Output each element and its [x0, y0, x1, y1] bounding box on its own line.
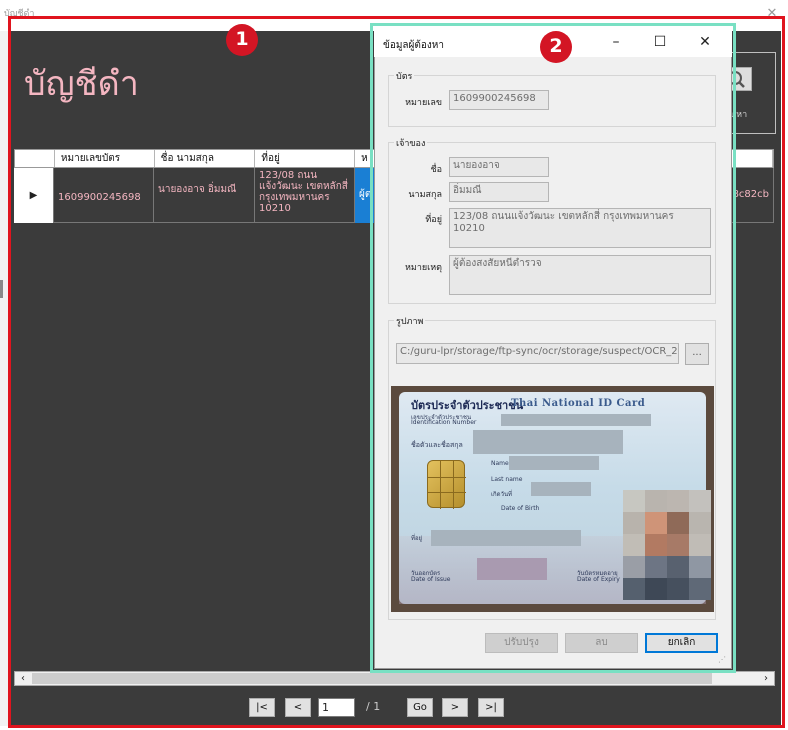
id-card-chip [427, 460, 466, 509]
close-icon[interactable]: ✕ [695, 33, 715, 51]
id-card-last-name-en: Last name [491, 476, 523, 483]
id-card-dob-label: เกิดวันที่ [491, 491, 513, 498]
last-name-label: นามสกุล [408, 190, 442, 200]
note-label: หมายเหตุ [404, 263, 442, 273]
update-button[interactable]: ปรับปรุง [485, 633, 558, 653]
minimize-icon[interactable]: – [606, 33, 626, 51]
annotation-badge-2: 2 [540, 31, 572, 63]
image-group-title: รูปภาพ [394, 314, 426, 328]
dob-redacted [531, 482, 591, 496]
id-card-title-english: Thai National ID Card [511, 398, 646, 409]
last-name-field[interactable]: อิ่มมณี [449, 182, 549, 202]
card-number-label: หมายเลข [405, 98, 442, 108]
id-card-name-en: Name [491, 460, 509, 467]
note-field[interactable]: ผู้ต้องสงสัยหนีตำรวจ [449, 255, 711, 295]
resize-grip-icon[interactable]: ⋰ [718, 655, 726, 664]
address-redacted [431, 530, 581, 546]
id-card-photo-pixelated [623, 490, 711, 600]
issue-date-redacted [477, 558, 547, 580]
id-card-address-label: ที่อยู่ [411, 535, 423, 542]
card-number-field[interactable]: 1609900245698 [449, 90, 549, 110]
annotation-badge-1: 1 [226, 24, 258, 56]
id-card-name-label: ชื่อตัวและชื่อสกุล [411, 441, 463, 449]
browse-button[interactable]: ... [685, 343, 709, 365]
id-card-expiry-en: Date of Expiry [577, 576, 620, 583]
id-card-image: บัตรประจำตัวประชาชน Thai National ID Car… [391, 386, 714, 612]
id-card-id-label-en: Identification Number [411, 419, 477, 426]
maximize-icon[interactable]: ☐ [650, 33, 670, 51]
address-label: ที่อยู่ [425, 215, 442, 225]
card-group-title: บัตร [394, 69, 415, 83]
left-edge-marker [0, 280, 3, 298]
id-card-issue-en: Date of Issue [411, 576, 451, 583]
owner-group-title: เจ้าของ [394, 136, 428, 150]
id-number-redacted [501, 414, 651, 426]
name-redacted [473, 430, 623, 454]
id-card-dob-en: Date of Birth [501, 505, 540, 512]
cancel-button[interactable]: ยกเลิก [645, 633, 718, 653]
dialog-title: ข้อมูลผู้ต้องหา [383, 40, 445, 51]
image-path-field[interactable]: C:/guru-lpr/storage/ftp-sync/ocr/storage… [396, 343, 679, 364]
first-name-label: ชื่อ [430, 165, 442, 175]
first-name-field[interactable]: นายองอาจ [449, 157, 549, 177]
delete-button[interactable]: ลบ [565, 633, 638, 653]
address-field[interactable]: 123/08 ถนนแจ้งวัฒนะ เขตหลักสี่ กรุงเทพมห… [449, 208, 711, 248]
name-en-redacted [509, 456, 599, 470]
